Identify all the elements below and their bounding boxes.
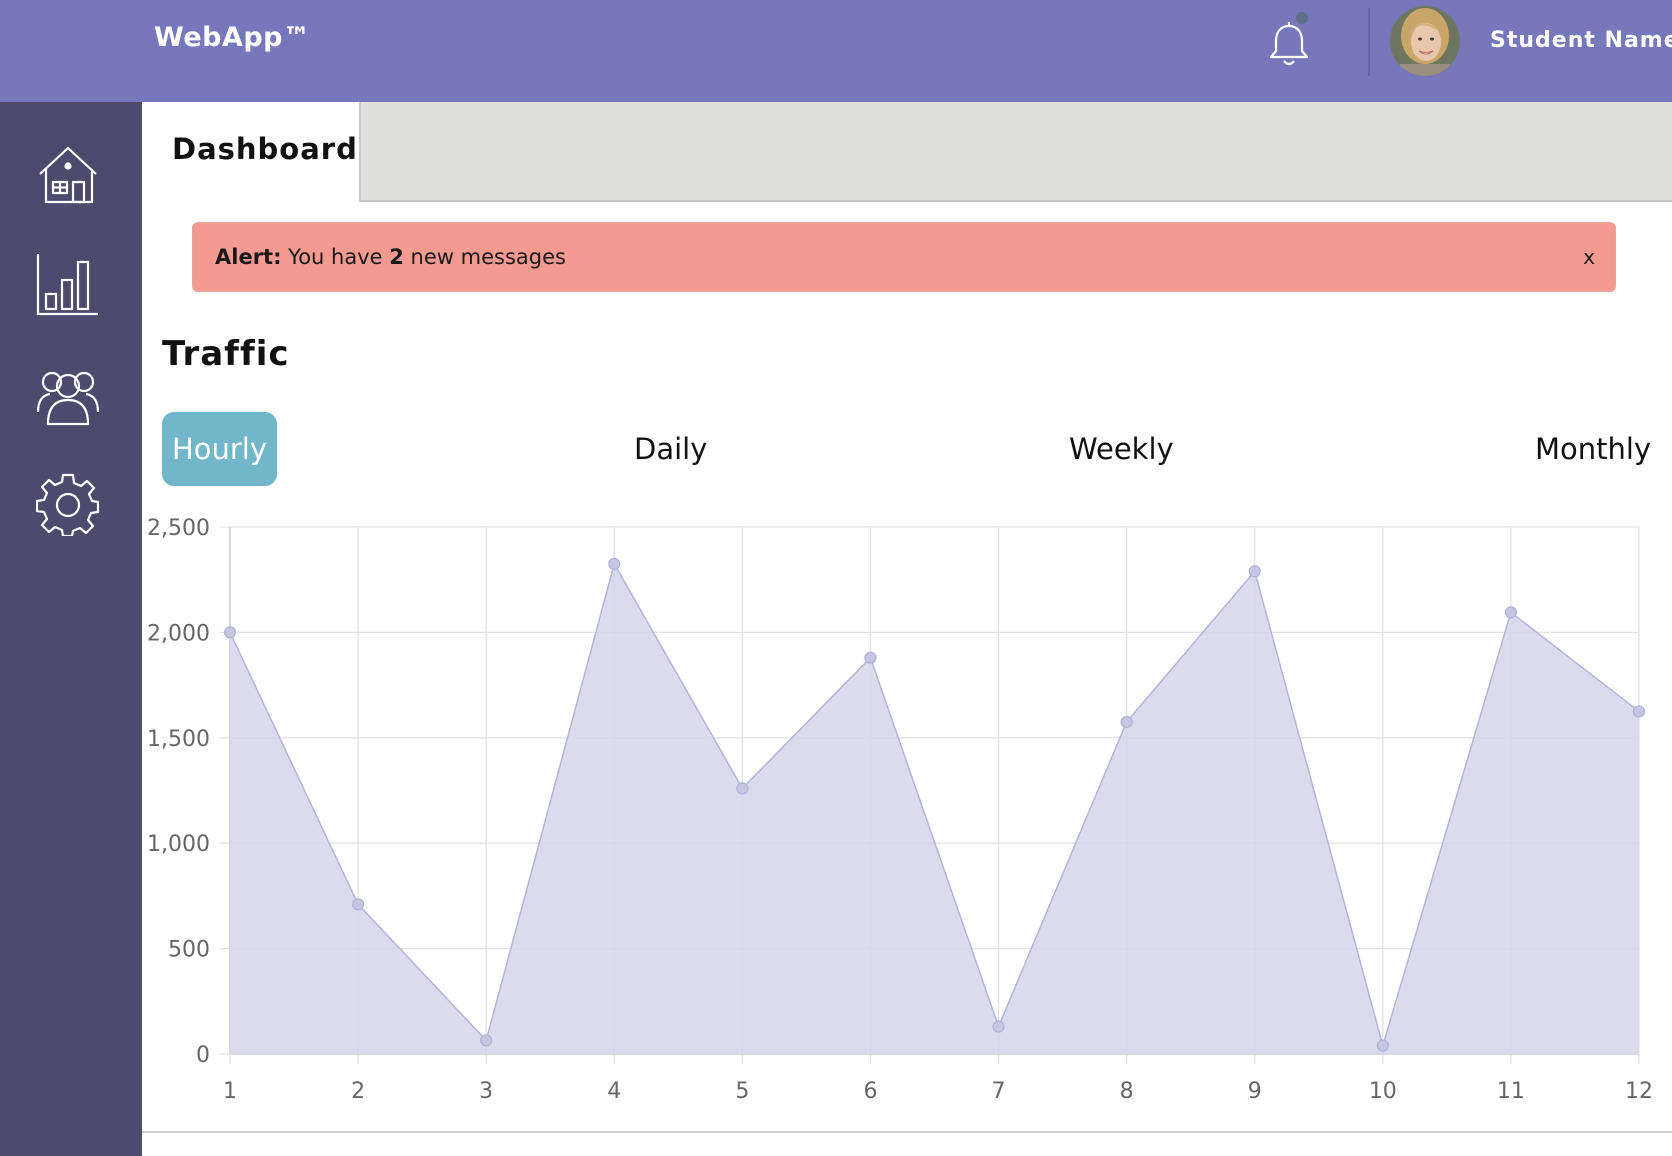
y-tick-label: 0 bbox=[196, 1043, 210, 1068]
data-point bbox=[992, 1020, 1005, 1033]
data-point bbox=[1376, 1039, 1389, 1052]
alert-count: 2 bbox=[389, 245, 404, 269]
tab-dashboard-label: Dashboard bbox=[172, 132, 358, 166]
x-tick-label: 9 bbox=[1248, 1079, 1262, 1104]
brand-logo[interactable]: WebApp™ bbox=[154, 22, 311, 53]
alert-text-before: You have bbox=[281, 245, 390, 269]
content-divider bbox=[142, 1131, 1672, 1133]
filter-hourly[interactable]: Hourly bbox=[162, 412, 277, 486]
x-tick-label: 7 bbox=[992, 1079, 1006, 1104]
x-tick-label: 4 bbox=[607, 1079, 621, 1104]
sidebar bbox=[0, 102, 142, 1156]
data-point bbox=[736, 782, 749, 795]
alert-label: Alert: bbox=[215, 245, 282, 269]
alert-close-button[interactable]: x bbox=[1583, 245, 1595, 269]
x-tick-label: 5 bbox=[735, 1079, 749, 1104]
users-icon[interactable] bbox=[36, 362, 100, 426]
user-name[interactable]: Student Name bbox=[1490, 28, 1672, 53]
bell-icon[interactable] bbox=[1266, 20, 1312, 70]
x-tick-label: 12 bbox=[1625, 1079, 1653, 1104]
series-area bbox=[230, 563, 1639, 1054]
data-point bbox=[223, 626, 237, 639]
y-tick-label: 1,500 bbox=[147, 727, 210, 752]
alert-text-after: new messages bbox=[403, 245, 566, 269]
x-tick-label: 6 bbox=[863, 1079, 877, 1104]
data-point bbox=[1248, 565, 1261, 578]
x-tick-label: 2 bbox=[351, 1079, 365, 1104]
x-tick-label: 8 bbox=[1120, 1079, 1134, 1104]
data-point bbox=[351, 898, 365, 911]
notification-dot bbox=[1296, 12, 1308, 24]
gear-icon[interactable] bbox=[36, 472, 100, 536]
filter-monthly[interactable]: Monthly bbox=[1535, 412, 1651, 486]
data-point bbox=[1120, 715, 1133, 729]
x-tick-label: 11 bbox=[1497, 1079, 1525, 1104]
x-tick-label: 10 bbox=[1369, 1079, 1397, 1104]
header-divider bbox=[1368, 8, 1370, 76]
bar-chart-icon[interactable] bbox=[36, 252, 100, 316]
home-icon[interactable] bbox=[36, 142, 100, 206]
traffic-chart: 05001,0001,5002,0002,5001 2 3 4 5 6 7 8 9 10 11 12 bbox=[147, 516, 1653, 1104]
data-point bbox=[480, 1034, 493, 1047]
top-header: WebApp™ Student Name bbox=[0, 0, 1672, 102]
alert-banner: Alert: You have 2 new messages x bbox=[192, 222, 1616, 292]
tab-bar: Dashboard bbox=[142, 102, 1672, 202]
traffic-title: Traffic bbox=[162, 334, 290, 374]
tab-dashboard[interactable]: Dashboard bbox=[142, 102, 361, 202]
x-tick-label: 1 bbox=[223, 1079, 237, 1104]
avatar[interactable] bbox=[1390, 6, 1460, 76]
filter-weekly[interactable]: Weekly bbox=[1069, 412, 1174, 486]
filter-daily[interactable]: Daily bbox=[634, 412, 707, 486]
y-tick-label: 2,000 bbox=[147, 621, 210, 646]
x-tick-label: 3 bbox=[479, 1079, 493, 1104]
alert-message: Alert: You have 2 new messages bbox=[215, 245, 566, 269]
y-tick-label: 500 bbox=[168, 938, 210, 963]
data-point bbox=[864, 651, 877, 664]
data-point bbox=[608, 557, 621, 570]
data-point bbox=[1504, 606, 1518, 619]
y-tick-label: 1,000 bbox=[147, 832, 210, 857]
y-tick-label: 2,500 bbox=[147, 516, 210, 541]
data-point bbox=[1632, 705, 1646, 718]
